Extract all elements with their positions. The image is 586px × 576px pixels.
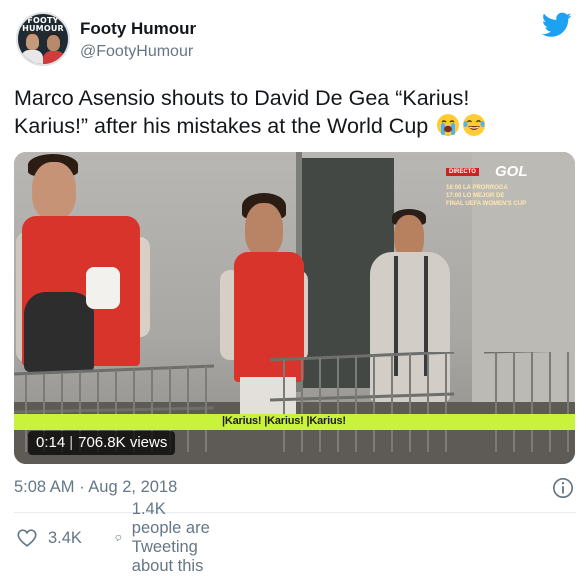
video-subtitle-text: |Karius! |Karius! |Karius! — [222, 415, 346, 427]
like-button[interactable]: 3.4K — [16, 526, 82, 550]
conversation-button[interactable]: 1.4K people are Tweeting about this — [115, 500, 213, 575]
video-time: 0:14 — [36, 434, 66, 451]
heart-icon — [17, 529, 37, 547]
tv-schedule-line-1: 16:00 LA PRORROGA — [446, 185, 508, 191]
tweet-text: Marco Asensio shouts to David De Gea “Ka… — [14, 84, 574, 140]
tv-channel-logo: GOL — [495, 163, 528, 180]
divider — [14, 512, 576, 513]
tv-live-badge: DIRECTO — [446, 168, 479, 176]
info-icon[interactable] — [552, 477, 574, 499]
tv-schedule-line-2: 17:00 LO MEJOR DE — [446, 193, 505, 199]
crying-laughing-face-icon — [463, 114, 486, 136]
speech-bubble-icon — [115, 535, 122, 541]
video-player[interactable]: DIRECTO GOL 16:00 LA PRORROGA 17:00 LO M… — [14, 152, 575, 464]
tweet-header: FOOTY HUMOUR Footy Humour @FootyHumour — [14, 10, 574, 70]
tweet-text-line-1: Marco Asensio shouts to David De Gea “Ka… — [14, 86, 470, 110]
user-handle[interactable]: @FootyHumour — [80, 43, 193, 61]
talking-about-count: 1.4K people are Tweeting about this — [131, 500, 210, 575]
tweet-timestamp[interactable]: 5:08 AM · Aug 2, 2018 — [14, 478, 177, 497]
display-name[interactable]: Footy Humour — [80, 19, 196, 39]
loudly-crying-face-icon — [437, 114, 460, 136]
video-time-views-chip: 0:14 | 706.8K views — [28, 431, 176, 455]
tv-schedule-line-3: FINAL UEFA WOMEN'S CUP — [446, 201, 527, 207]
avatar-logo: FOOTY HUMOUR — [22, 16, 64, 33]
avatar[interactable]: FOOTY HUMOUR — [16, 12, 70, 66]
video-views: 706.8K views — [78, 434, 168, 451]
like-count: 3.4K — [48, 528, 82, 547]
twitter-bird-icon[interactable] — [542, 12, 572, 38]
tweet-text-line-2: Karius!” after his mistakes at the World… — [14, 112, 574, 140]
